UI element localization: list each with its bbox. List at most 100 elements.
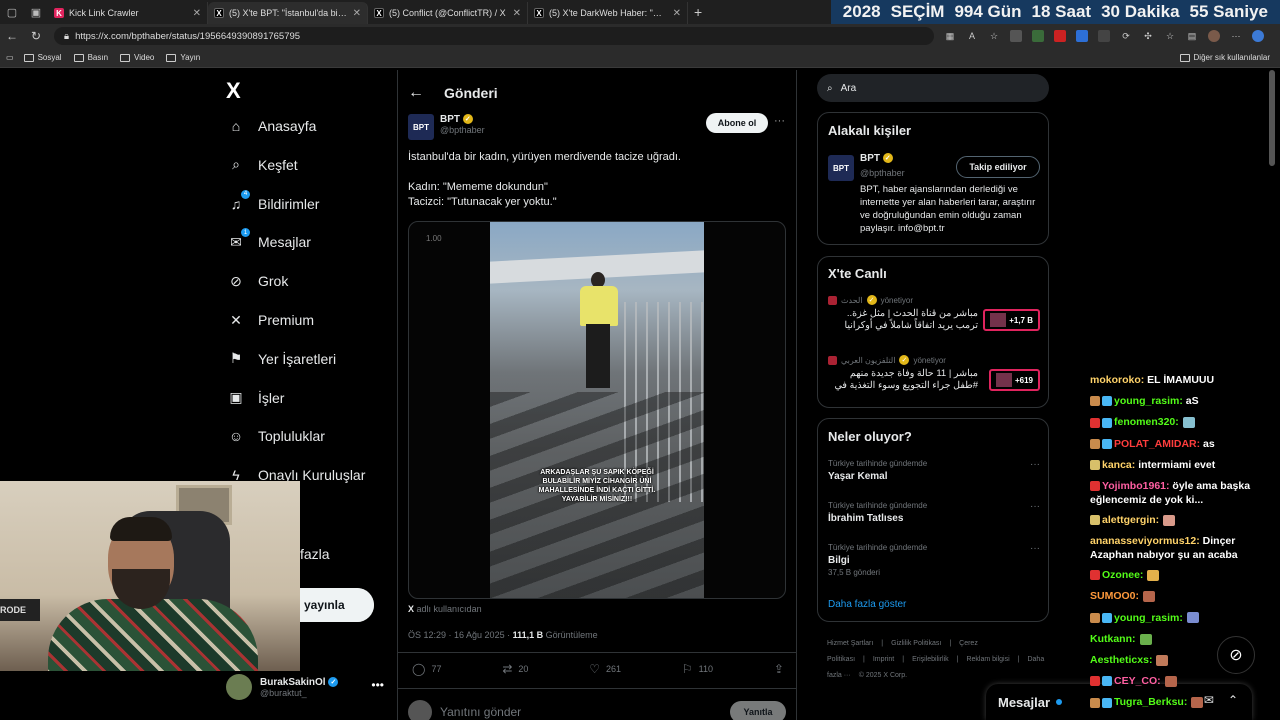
copilot-icon[interactable] (1252, 30, 1264, 42)
live-listeners-badge[interactable]: +1,7 B (983, 309, 1040, 331)
nav-item-i-şler[interactable]: ▣ İşler (228, 389, 284, 406)
close-icon[interactable]: ✕ (353, 8, 361, 19)
nav-item-grok[interactable]: ⊘ Grok (228, 273, 288, 290)
nav-item-topluluklar[interactable]: ☺ Topluluklar (228, 428, 325, 444)
author-handle[interactable]: @bpthaber (440, 125, 485, 135)
nav-item-anasayfa[interactable]: ⌂ Anasayfa (228, 118, 317, 134)
nav-item-yer-i-şaretleri[interactable]: ⚑ Yer İşaretleri (228, 350, 336, 367)
more-dots-icon[interactable]: ··· (1030, 501, 1040, 512)
collections-icon[interactable]: ▤ (1186, 30, 1198, 42)
chat-username[interactable]: Aestheticxs: (1090, 654, 1152, 666)
close-icon[interactable]: ✕ (673, 8, 681, 19)
nav-item-bildirimler[interactable]: ♫ 4 Bildirimler (228, 189, 319, 212)
chat-username[interactable]: young_rasim: (1114, 395, 1183, 407)
chat-username[interactable]: fenomen320: (1114, 416, 1179, 428)
close-icon[interactable]: ✕ (193, 8, 201, 19)
footer-link[interactable]: Gizlilik Politikası (891, 640, 941, 647)
chat-username[interactable]: Tugra_Berksu: (1114, 696, 1187, 708)
bookmark-folder[interactable]: Sosyal (23, 53, 62, 62)
extension-icon[interactable] (1076, 30, 1088, 42)
extensions-puzzle-icon[interactable]: ✣ (1142, 30, 1154, 42)
post-more-icon[interactable]: ··· (774, 115, 785, 127)
reply-button[interactable]: Yanıtla (730, 701, 786, 720)
chat-username[interactable]: mokoroko: (1090, 374, 1144, 386)
nav-item-premium[interactable]: ✕ Premium (228, 312, 314, 329)
extension-icon[interactable] (1032, 30, 1044, 42)
sync-icon[interactable]: ⟳ (1120, 30, 1132, 42)
reload-icon[interactable]: ↻ (24, 29, 48, 43)
chat-username[interactable]: POLAT_AMIDAR: (1114, 438, 1200, 450)
browser-tab[interactable]: X (5) Conflict (@ConflictTR) / X ✕ (368, 2, 528, 24)
tab-actions-icon[interactable]: ▣ (24, 0, 48, 24)
other-bookmarks[interactable]: Diğer sık kullanılanlar (1179, 53, 1270, 62)
live-item[interactable]: التلفزيون العربي ✓ yönetiyor مباشر | 11 حال… (828, 355, 1040, 392)
live-listeners-badge[interactable]: +619 (988, 369, 1040, 391)
chat-username[interactable]: ananasseviyormus12: (1090, 535, 1200, 547)
author-name[interactable]: BPT (440, 114, 460, 125)
source-attribution[interactable]: X adlı kullanıcıdan (408, 604, 482, 614)
author-avatar[interactable]: BPT (828, 155, 854, 181)
video-frame[interactable]: ARKADAŞLAR ŞU SAPIK KÖPEĞİ BULABİLİR MİY… (490, 222, 704, 598)
browser-tab[interactable]: X (5) X'te BPT: "İstanbul'da bir kadın...… (208, 2, 368, 24)
workspaces-icon[interactable]: ▢ (0, 0, 24, 24)
footer-link[interactable]: Hizmet Şartları (827, 640, 873, 647)
footer-link[interactable]: Erişilebilirlik (912, 656, 949, 663)
retweet-action[interactable]: ⇄ 20 (502, 662, 528, 676)
show-more-link[interactable]: Daha fazla göster (828, 599, 906, 610)
translate-icon[interactable]: A (966, 30, 978, 42)
chat-username[interactable]: CEY_CO: (1114, 675, 1161, 687)
trend-item[interactable]: Türkiye tarihinde gündemde Bilgi 37,5 B gö… (828, 543, 1040, 577)
extension-icon[interactable] (1010, 30, 1022, 42)
post-author[interactable]: BPT BPT ✓ @bpthaber (408, 114, 485, 140)
trend-item[interactable]: Türkiye tarihinde gündemde İbrahim Tatlıs… (828, 501, 1040, 524)
more-dots-icon[interactable]: ··· (1030, 543, 1040, 554)
browser-tab[interactable]: K Kick Link Crawler ✕ (48, 2, 208, 24)
nav-item-mesajlar[interactable]: ✉ 1 Mesajlar (228, 228, 311, 250)
footer-link[interactable]: Reklam bilgisi (966, 656, 1009, 663)
post-video[interactable]: 1.00 ARKADAŞLAR ŞU SAPIK KÖPEĞİ BULABİLİ… (408, 221, 786, 599)
favorite-star-icon[interactable]: ☆ (988, 30, 1000, 42)
footer-link[interactable]: Imprint (873, 656, 894, 663)
live-item[interactable]: الحدث ✓ yönetiyor مباشر من قناة الحدث | مثل… (828, 295, 1040, 332)
heart-action[interactable]: ♡ 261 (589, 662, 621, 676)
reply-action[interactable]: ◯ 77 (412, 662, 441, 676)
post-timestamp[interactable]: ÖS 12:29 · 16 Ağu 2025 · (408, 630, 513, 640)
relevant-name[interactable]: BPT ✓ (860, 153, 893, 164)
bookmark-folder[interactable]: Basın (73, 53, 108, 62)
more-dots-icon[interactable]: ••• (371, 678, 384, 692)
chat-username[interactable]: Ozonee: (1102, 569, 1143, 581)
chat-username[interactable]: young_rasim: (1114, 612, 1183, 624)
reader-icon[interactable]: ▦ (944, 30, 956, 42)
share-action[interactable]: ⇪ (774, 662, 784, 676)
account-switcher[interactable]: BurakSakinOl ✓ @buraktut_ ••• (226, 672, 390, 702)
menu-dots-icon[interactable]: ··· (1230, 30, 1242, 42)
following-button[interactable]: Takip ediliyor (956, 156, 1040, 178)
post-button-label[interactable]: yayınla (300, 588, 374, 622)
x-logo-icon[interactable]: X (226, 78, 241, 104)
bookmark-folder[interactable]: Video (120, 53, 154, 62)
relevant-handle[interactable]: @bpthaber (860, 168, 905, 178)
nav-item-keşfet[interactable]: ⌕ Keşfet (228, 156, 298, 173)
chat-username[interactable]: SUMOO0: (1090, 590, 1139, 602)
browser-tab[interactable]: X (5) X'te DarkWeb Haber: "Polisler... ✕ (528, 2, 688, 24)
youtube-extension-icon[interactable] (1054, 30, 1066, 42)
close-icon[interactable]: ✕ (513, 8, 521, 19)
scroll-thumb[interactable] (1269, 70, 1275, 166)
chat-username[interactable]: alettgergin: (1102, 514, 1159, 526)
back-arrow-icon[interactable]: ← (408, 84, 424, 102)
bookmarks-toggle-icon[interactable]: ▭ (6, 53, 14, 62)
favorites-icon[interactable]: ☆ (1164, 30, 1176, 42)
back-icon[interactable]: ← (0, 29, 24, 43)
new-tab-button[interactable]: + (688, 4, 708, 20)
chat-username[interactable]: kanca: (1102, 459, 1135, 471)
extension-icon[interactable] (1098, 30, 1110, 42)
reply-input[interactable]: Yanıtını gönder (440, 705, 722, 719)
trend-item[interactable]: Türkiye tarihinde gündemde Yaşar Kemal ··· (828, 459, 1040, 482)
chat-username[interactable]: Kutkann: (1090, 633, 1136, 645)
author-avatar[interactable]: BPT (408, 114, 434, 140)
bookmark-folder[interactable]: Yayın (166, 53, 200, 62)
subscribe-button[interactable]: Abone ol (706, 113, 768, 133)
chat-username[interactable]: Yojimbo1961: (1102, 480, 1170, 492)
bookmark-action[interactable]: ⚐ 110 (682, 662, 713, 676)
nav-more-label[interactable]: fazla (300, 546, 330, 562)
